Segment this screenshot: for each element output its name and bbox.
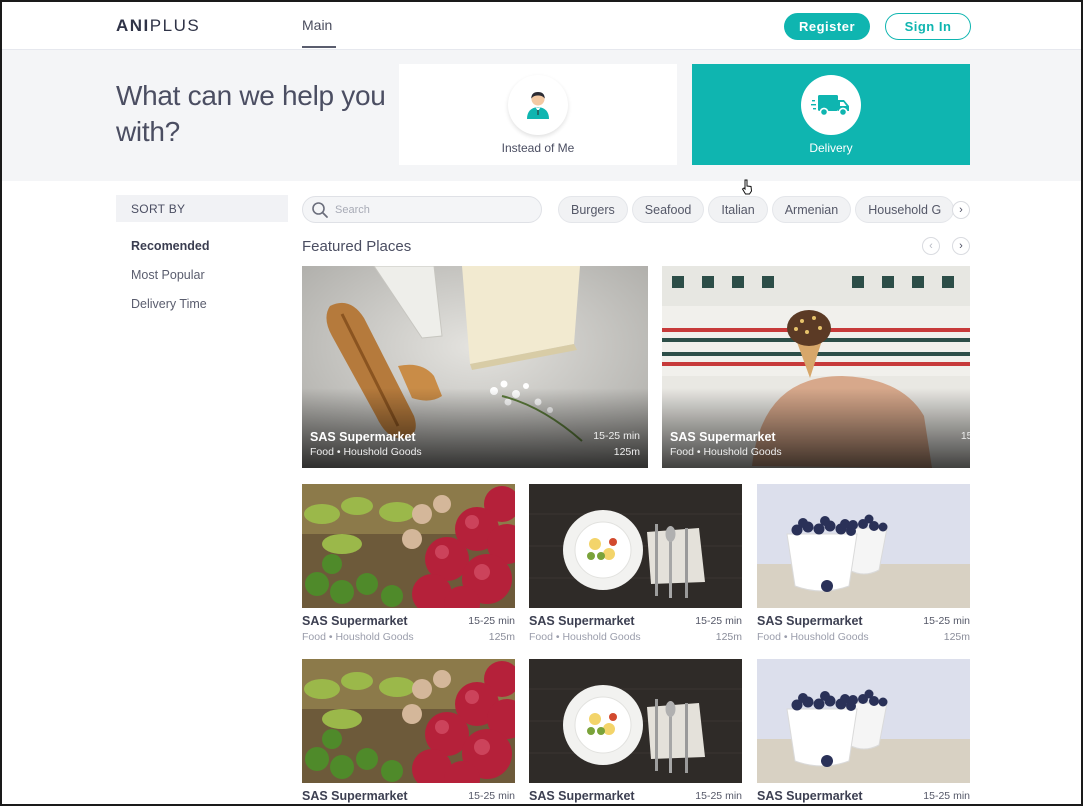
featured-places-title: Featured Places — [302, 238, 412, 255]
delivery-time: 15- — [960, 430, 970, 442]
sign-in-button[interactable]: Sign In — [885, 13, 971, 40]
hero-title: What can we help you with? — [116, 80, 386, 147]
place-card[interactable]: SAS Supermarket Food • Houshold Goods 15… — [757, 484, 970, 649]
place-card[interactable]: SAS Supermarket 15-25 min — [302, 659, 515, 804]
search-icon — [311, 201, 329, 219]
plated-dish-photo — [529, 484, 742, 608]
distance: 125m — [613, 446, 640, 458]
chevron-left-icon[interactable]: ‹ — [922, 237, 940, 255]
option-label: Instead of Me — [501, 141, 575, 155]
distance: 125m — [488, 631, 515, 643]
place-name: SAS Supermarket — [670, 430, 776, 444]
place-tags: Food • Houshold Goods — [302, 631, 414, 643]
nav-main-link[interactable]: Main — [302, 17, 332, 33]
chip-italian[interactable]: Italian — [708, 196, 768, 223]
place-tags: Food • Houshold Goods — [310, 446, 422, 458]
search-input[interactable] — [335, 202, 530, 218]
nav-active-indicator — [302, 46, 336, 48]
blueberries-bowls-photo — [757, 484, 970, 608]
hero-section: What can we help you with? Instead of Me — [2, 50, 1081, 195]
chip-burgers[interactable]: Burgers — [558, 196, 628, 223]
category-chips: Burgers Seafood Italian Armenian Household G — [558, 196, 954, 223]
place-name: SAS Supermarket — [529, 614, 635, 628]
sort-option-delivery-time[interactable]: Delivery Time — [131, 297, 207, 311]
app-window: ANIPLUS Main Register Sign In What can w… — [0, 0, 1083, 806]
register-button[interactable]: Register — [784, 13, 870, 40]
delivery-time: 15-25 min — [468, 790, 515, 802]
option-instead-of-me[interactable]: Instead of Me — [399, 64, 677, 165]
featured-card[interactable]: SAS Supermarket Food • Houshold Goods 15… — [662, 266, 970, 468]
distance: 125m — [943, 631, 970, 643]
place-tags: Food • Houshold Goods — [670, 446, 782, 458]
produce-market-photo — [302, 484, 515, 608]
distance: 125m — [715, 631, 742, 643]
delivery-time: 15-25 min — [923, 615, 970, 627]
option-label: Delivery — [809, 141, 853, 155]
plated-dish-photo — [529, 659, 742, 783]
delivery-time: 15-25 min — [695, 615, 742, 627]
place-card[interactable]: SAS Supermarket 15-25 min — [529, 659, 742, 804]
delivery-time: 15-25 min — [695, 790, 742, 802]
chip-seafood[interactable]: Seafood — [631, 196, 705, 223]
delivery-time: 15-25 min — [593, 430, 640, 442]
place-name: SAS Supermarket — [302, 614, 408, 628]
place-name: SAS Supermarket — [529, 789, 635, 803]
sort-by-header: SORT BY — [116, 195, 288, 222]
place-name: SAS Supermarket — [310, 430, 416, 444]
chip-household-goods[interactable]: Household G — [855, 196, 954, 223]
place-card[interactable]: SAS Supermarket 15-25 min — [757, 659, 970, 804]
sort-option-most-popular[interactable]: Most Popular — [131, 268, 205, 282]
place-name: SAS Supermarket — [757, 614, 863, 628]
delivery-time: 15-25 min — [468, 615, 515, 627]
chip-armenian[interactable]: Armenian — [771, 196, 852, 223]
blueberries-bowls-photo — [757, 659, 970, 783]
produce-market-photo — [302, 659, 515, 783]
place-name: SAS Supermarket — [757, 789, 863, 803]
featured-card[interactable]: SAS Supermarket Food • Houshold Goods 15… — [302, 266, 648, 468]
place-card[interactable]: SAS Supermarket Food • Houshold Goods 15… — [529, 484, 742, 649]
option-delivery[interactable]: Delivery — [692, 64, 970, 165]
person-icon — [508, 75, 568, 135]
sort-option-recommended[interactable]: Recomended — [131, 239, 210, 253]
chevron-right-icon[interactable]: › — [952, 237, 970, 255]
delivery-truck-icon — [801, 75, 861, 135]
place-name: SAS Supermarket — [302, 789, 408, 803]
top-header: ANIPLUS Main Register Sign In — [2, 2, 1081, 50]
place-tags: Food • Houshold Goods — [757, 631, 869, 643]
place-tags: Food • Houshold Goods — [529, 631, 641, 643]
place-card[interactable]: SAS Supermarket Food • Houshold Goods 15… — [302, 484, 515, 649]
chevron-right-icon[interactable]: › — [952, 201, 970, 219]
logo[interactable]: ANIPLUS — [116, 16, 200, 36]
search-box[interactable] — [302, 196, 542, 223]
delivery-time: 15-25 min — [923, 790, 970, 802]
